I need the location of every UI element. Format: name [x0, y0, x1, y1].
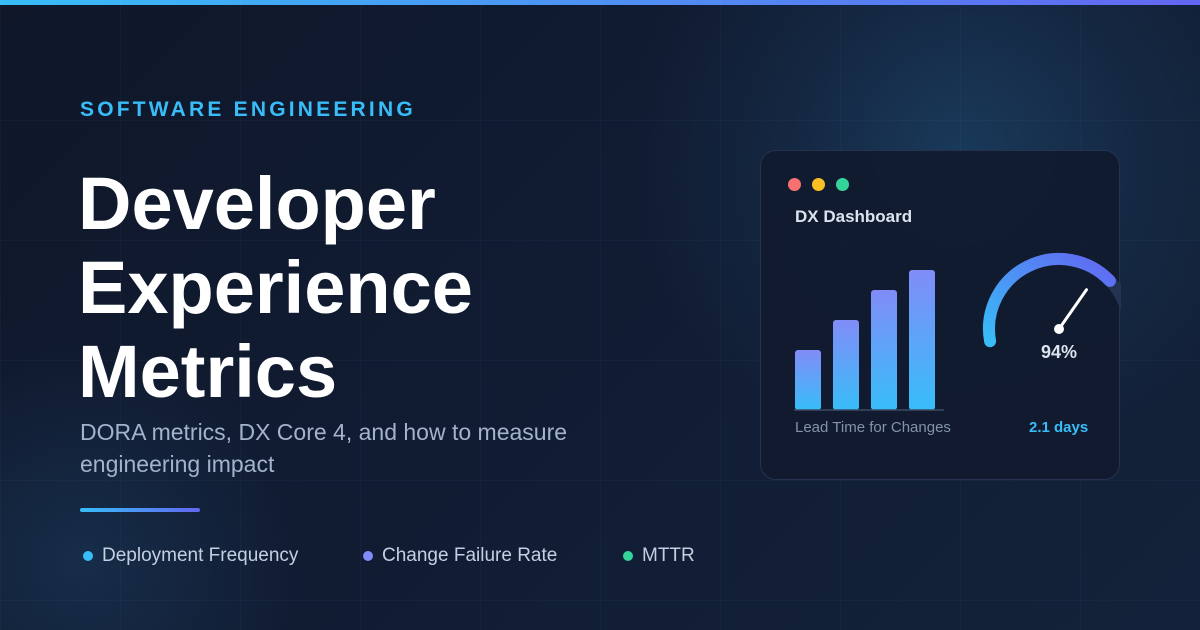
- gauge-needle: [1057, 288, 1088, 331]
- divider: [80, 508, 200, 512]
- lead-time-value: 2.1 days: [1029, 419, 1089, 436]
- metric-mttr: MTTR: [623, 545, 695, 567]
- bar-chart: [795, 270, 935, 410]
- bar-2: [833, 320, 859, 410]
- metric-deployment-frequency: Deployment Frequency: [83, 545, 363, 567]
- metric-label: Deployment Frequency: [102, 545, 299, 566]
- page-title: Developer Experience Metrics: [78, 162, 473, 414]
- metric-change-failure-rate: Change Failure Rate: [363, 545, 623, 567]
- bar-4: [909, 270, 935, 410]
- bullet-dot-icon: [83, 551, 93, 561]
- metric-label: Change Failure Rate: [382, 545, 558, 566]
- category-eyebrow: SOFTWARE ENGINEERING: [80, 98, 416, 121]
- gauge-value: 94%: [1040, 342, 1078, 362]
- title-line-3: Metrics: [78, 330, 338, 413]
- subtitle: DORA metrics, DX Core 4, and how to meas…: [80, 419, 568, 477]
- top-accent-bar: [0, 0, 1200, 5]
- metrics-list: Deployment Frequency Change Failure Rate…: [83, 544, 695, 568]
- gauge-arc: [983, 253, 1116, 348]
- metric-label: MTTR: [642, 545, 695, 566]
- bar-1: [795, 350, 821, 410]
- bullet-dot-icon: [363, 551, 373, 561]
- title-line-2: Experience: [78, 246, 473, 329]
- title-line-1: Developer: [78, 162, 436, 245]
- bullet-dot-icon: [623, 551, 633, 561]
- bar-3: [871, 290, 897, 410]
- gauge-pivot: [1054, 324, 1064, 334]
- dx-dashboard-card: DX Dashboard 94% Lead Time for Changes 2…: [760, 150, 1121, 480]
- lead-time-label: Lead Time for Changes: [795, 419, 951, 436]
